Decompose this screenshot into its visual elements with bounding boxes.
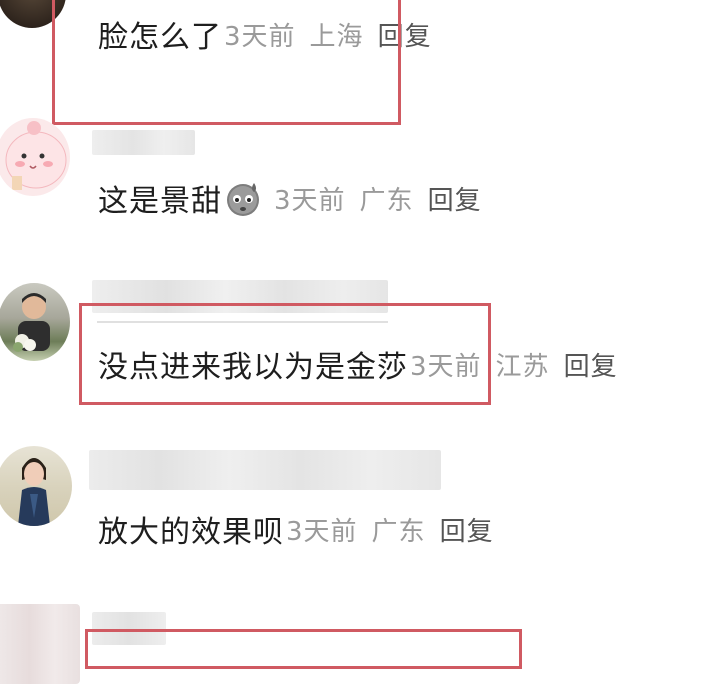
comment-meta: 3天前 广东 — [284, 511, 426, 548]
comment-location: 江苏 — [495, 351, 550, 382]
woman-photo-icon — [18, 458, 50, 526]
user-avatar[interactable] — [0, 283, 70, 361]
comment-text: 放大的效果呗 — [98, 515, 284, 550]
user-avatar[interactable] — [0, 118, 70, 196]
highlight-box — [52, 0, 401, 125]
comment-text: 这是景甜 — [98, 184, 222, 219]
pink-cartoon-avatar-icon — [5, 121, 67, 190]
comment-row: 这是景甜 3天前 广东 回复 — [98, 176, 482, 220]
blurred-username — [92, 130, 195, 155]
user-avatar[interactable] — [0, 446, 72, 526]
reply-button[interactable]: 回复 — [428, 180, 482, 217]
person-photo-icon — [13, 293, 50, 352]
highlight-box — [85, 629, 522, 669]
comment-time: 3天前 — [274, 185, 346, 216]
reply-button[interactable]: 回复 — [440, 511, 494, 548]
sweat-face-icon — [227, 183, 259, 216]
reply-button[interactable]: 回复 — [564, 346, 618, 383]
comment-location: 广东 — [371, 516, 426, 547]
blurred-username — [89, 450, 441, 490]
user-avatar[interactable] — [0, 604, 80, 684]
comment-time: 3天前 — [286, 516, 358, 547]
comment-location: 广东 — [359, 185, 414, 216]
comment-meta: 3天前 广东 — [272, 180, 414, 217]
comment-row: 放大的效果呗 3天前 广东 回复 — [98, 507, 494, 551]
highlight-box — [79, 303, 491, 405]
